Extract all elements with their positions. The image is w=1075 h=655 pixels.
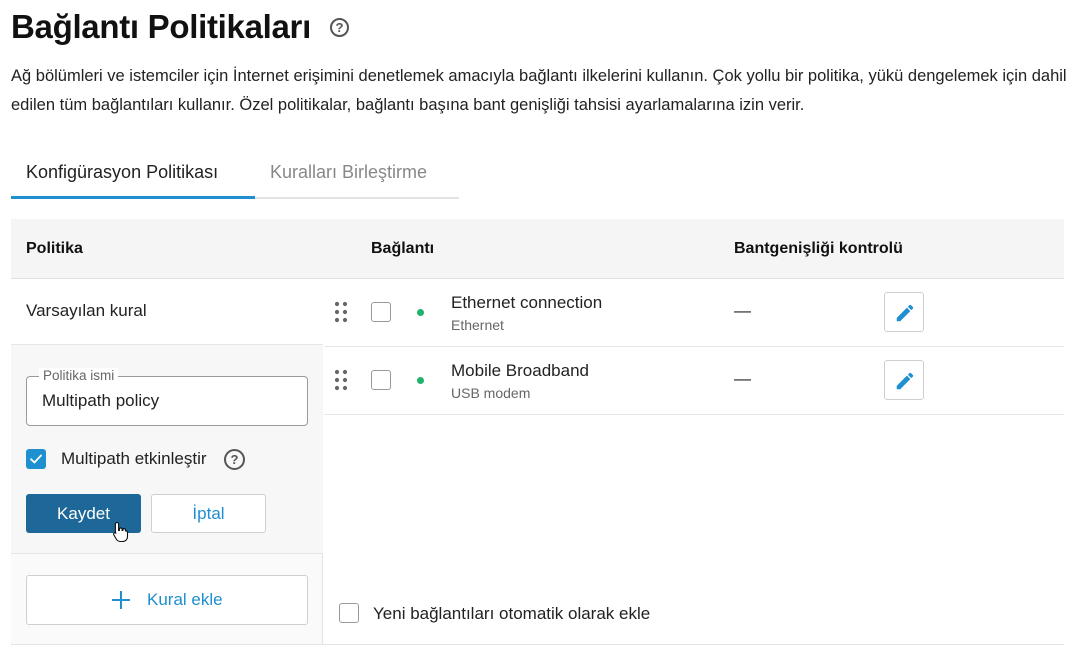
header-policy: Politika — [26, 240, 83, 257]
add-rule-button[interactable]: Kural ekle — [26, 575, 308, 625]
page-description: Ağ bölümleri ve istemciler için İnternet… — [11, 67, 1067, 114]
drag-handle-icon[interactable] — [334, 301, 348, 323]
auto-add-label: Yeni bağlantıları otomatik olarak ekle — [373, 604, 651, 623]
policy-edit-form: Politika ismi Multipath etkinleştir ? Ka… — [11, 345, 323, 554]
checkmark-icon — [30, 454, 42, 464]
table-header: Politika Bağlantı Bantgenişliği kontrolü — [11, 219, 1064, 279]
default-rule-item[interactable]: Varsayılan kural — [11, 279, 323, 345]
divider — [11, 644, 1064, 645]
multipath-checkbox[interactable] — [26, 449, 46, 469]
plus-icon — [112, 591, 130, 609]
add-rule-label: Kural ekle — [147, 590, 223, 609]
connection-name: Mobile Broadband — [451, 361, 589, 380]
connection-name: Ethernet connection — [451, 293, 603, 312]
row-checkbox[interactable] — [371, 370, 391, 390]
table-row: Mobile Broadband USB modem — — [324, 347, 1064, 415]
header-bandwidth: Bantgenişliği kontrolü — [734, 240, 903, 257]
connection-type: Ethernet — [451, 317, 504, 333]
status-dot — [417, 309, 424, 316]
tab-bar: Konfigürasyon Politikası Kuralları Birle… — [11, 150, 459, 199]
policy-name-label: Politika ismi — [39, 368, 119, 384]
help-circle-icon[interactable]: ? — [330, 18, 349, 37]
header-connection: Bağlantı — [371, 240, 435, 257]
policy-name-input[interactable] — [27, 377, 307, 425]
auto-add-checkbox[interactable] — [339, 603, 359, 623]
default-rule-label: Varsayılan kural — [26, 301, 147, 320]
row-checkbox[interactable] — [371, 302, 391, 322]
tab-merge-rules[interactable]: Kuralları Birleştirme — [255, 150, 442, 199]
connection-type: USB modem — [451, 385, 531, 401]
bandwidth-value: — — [734, 369, 751, 388]
pencil-icon — [896, 304, 914, 322]
edit-button[interactable] — [884, 360, 924, 400]
policy-column: Varsayılan kural Politika ismi Multipath… — [11, 279, 323, 645]
multipath-label: Multipath etkinleştir — [61, 449, 207, 468]
cancel-button[interactable]: İptal — [151, 494, 266, 533]
policy-name-field: Politika ismi — [26, 368, 308, 426]
table-row: Ethernet connection Ethernet — — [324, 279, 1064, 347]
help-circle-icon[interactable]: ? — [224, 449, 245, 470]
bandwidth-value: — — [734, 301, 751, 320]
drag-handle-icon[interactable] — [334, 369, 348, 391]
hand-cursor-icon — [113, 521, 129, 543]
tab-configuration-policy[interactable]: Konfigürasyon Politikası — [11, 150, 255, 199]
pencil-icon — [896, 372, 914, 390]
page-title: Bağlantı Politikaları — [11, 8, 311, 45]
status-dot — [417, 377, 424, 384]
edit-button[interactable] — [884, 292, 924, 332]
